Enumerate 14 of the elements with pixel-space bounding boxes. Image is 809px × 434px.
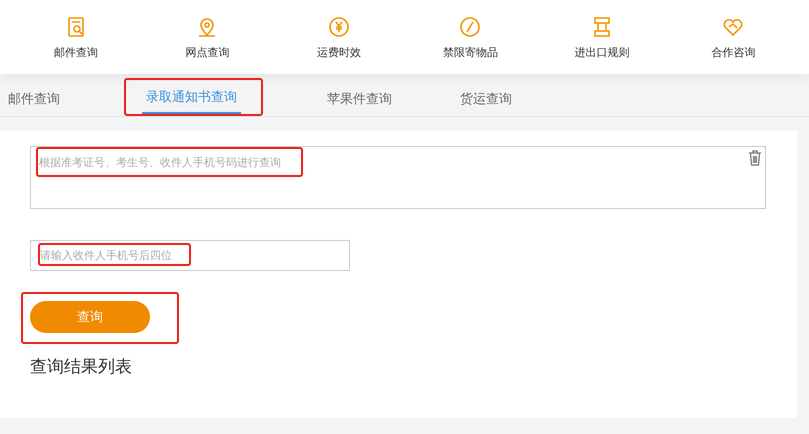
nav-link[interactable]: 进出口规则 [574,44,630,60]
phone-input-field[interactable]: 请输入收件人手机号后四位 [30,240,350,271]
nav-link[interactable]: 网点查询 [185,44,230,60]
query-textarea[interactable]: 根据准考证号、考生号、收件人手机号码进行查询 [30,146,766,209]
nav-link[interactable]: 邮件查询 [54,44,98,60]
tab[interactable]: 邮件查询 [4,84,64,116]
results-title: 查询结果列表 [30,356,133,378]
prohibited-icon[interactable] [458,14,482,38]
nav-link[interactable]: 合作咨询 [711,44,756,60]
nav-link[interactable]: 运费时效 [316,44,361,60]
nav-link[interactable]: 禁限寄物品 [442,44,498,60]
trash-icon[interactable] [748,150,762,166]
tab[interactable]: 货运查询 [456,84,516,116]
tab[interactable]: 苹果件查询 [323,84,396,116]
